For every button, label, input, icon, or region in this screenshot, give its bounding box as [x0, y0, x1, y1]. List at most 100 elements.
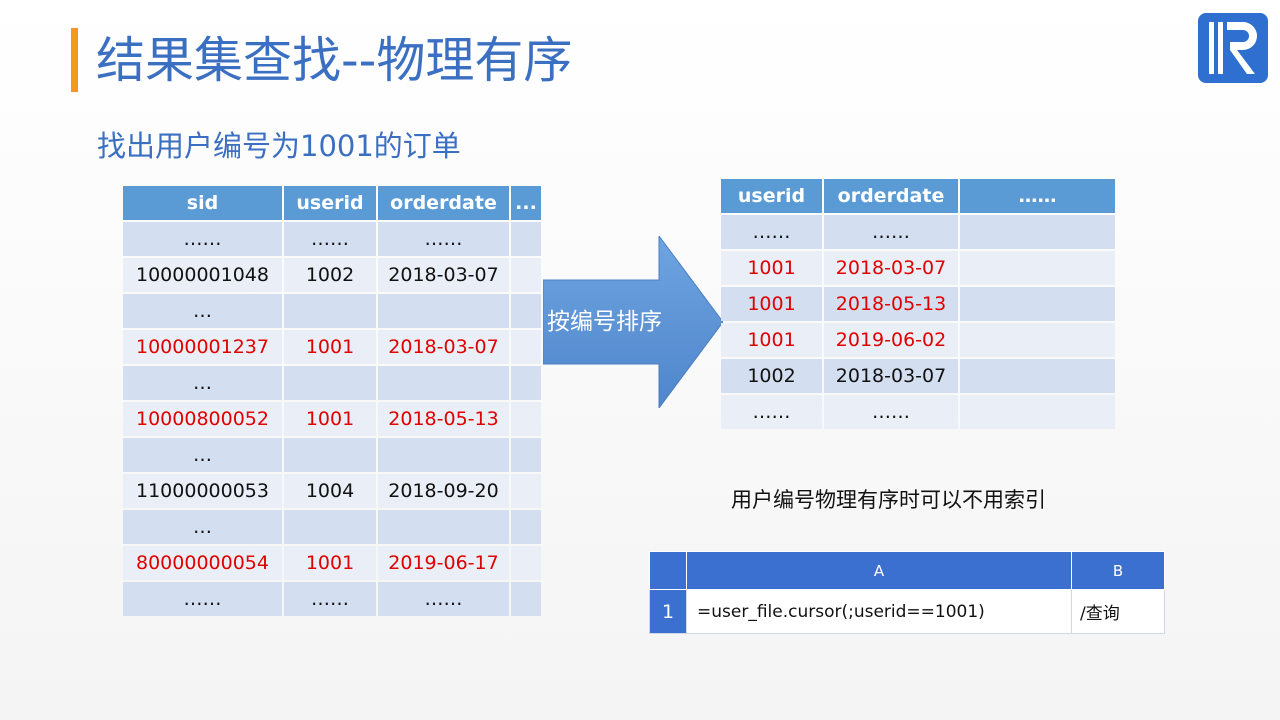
- cell-orderdate: [378, 510, 509, 544]
- orders-table: sid userid orderdate ... ……………… 100000010…: [121, 184, 543, 618]
- logo-icon: [1198, 13, 1268, 83]
- cell-orderdate: 2018-09-20: [378, 474, 509, 508]
- table-row: 1001 2019-06-02: [721, 323, 1115, 357]
- cell-userid: [284, 438, 376, 472]
- table-header-row: userid orderdate ……: [721, 179, 1115, 213]
- cell-a1[interactable]: =user_file.cursor(;userid==1001): [686, 589, 1072, 634]
- cell-orderdate: 2018-03-07: [378, 330, 509, 364]
- cell-orderdate: 2018-05-13: [824, 287, 958, 321]
- column-header-orderdate: orderdate: [378, 186, 509, 220]
- cell-sid: 10000800052: [123, 402, 282, 436]
- cell-more: [960, 323, 1115, 357]
- cell-userid: [284, 294, 376, 328]
- cell-userid: ……: [284, 582, 376, 616]
- cell-sid: 10000001237: [123, 330, 282, 364]
- table-row: …: [123, 510, 541, 544]
- cell-userid: 1002: [721, 359, 822, 393]
- cell-orderdate: [378, 294, 509, 328]
- sort-arrow-label: 按编号排序: [547, 309, 662, 335]
- cell-orderdate: ……: [824, 215, 958, 249]
- cell-more: [511, 258, 541, 292]
- cell-more: [511, 402, 541, 436]
- title-accent-bar: [71, 28, 78, 92]
- cell-more: [511, 294, 541, 328]
- cell-userid: ……: [721, 215, 822, 249]
- cell-more: [960, 395, 1115, 429]
- cell-userid: 1001: [721, 323, 822, 357]
- cell-sid: ……: [123, 222, 282, 256]
- column-header-userid: userid: [284, 186, 376, 220]
- cell-orderdate: 2019-06-17: [378, 546, 509, 580]
- table-header-row: sid userid orderdate ...: [123, 186, 541, 220]
- table-row: 1002 2018-03-07: [721, 359, 1115, 393]
- table-row: …………: [721, 395, 1115, 429]
- table-row: …: [123, 438, 541, 472]
- table-row: 1001 2018-05-13: [721, 287, 1115, 321]
- cell-sid: 10000001048: [123, 258, 282, 292]
- cell-orderdate: 2018-05-13: [378, 402, 509, 436]
- cell-more: [960, 215, 1115, 249]
- cell-orderdate: 2018-03-07: [378, 258, 509, 292]
- column-header-a[interactable]: A: [686, 551, 1072, 590]
- cell-orderdate: 2018-03-07: [824, 359, 958, 393]
- cell-more: [511, 474, 541, 508]
- page-title: 结果集查找--物理有序: [96, 32, 573, 89]
- cell-sid: …: [123, 510, 282, 544]
- cell-orderdate: 2019-06-02: [824, 323, 958, 357]
- table-row: …: [123, 366, 541, 400]
- cell-sid: 11000000053: [123, 474, 282, 508]
- cell-userid: 1001: [284, 402, 376, 436]
- table-row: …: [123, 294, 541, 328]
- cell-userid: ……: [284, 222, 376, 256]
- column-header-b[interactable]: B: [1071, 551, 1165, 590]
- cell-orderdate: [378, 366, 509, 400]
- cell-more: [511, 366, 541, 400]
- cell-orderdate: [378, 438, 509, 472]
- code-row: 1 =user_file.cursor(;userid==1001) /查询: [649, 589, 1165, 634]
- cell-b1[interactable]: /查询: [1071, 589, 1165, 634]
- cell-userid: 1001: [721, 251, 822, 285]
- cell-more: [511, 330, 541, 364]
- cell-sid: ……: [123, 582, 282, 616]
- column-header-more: ...: [511, 186, 541, 220]
- column-header-more: ……: [960, 179, 1115, 213]
- cell-more: [511, 510, 541, 544]
- cell-sid: …: [123, 438, 282, 472]
- cell-more: [511, 582, 541, 616]
- table-row: ………………: [123, 582, 541, 616]
- cell-sid: 80000000054: [123, 546, 282, 580]
- cell-userid: [284, 366, 376, 400]
- table-row: 80000000054 1001 2019-06-17: [123, 546, 541, 580]
- cell-more: [511, 222, 541, 256]
- cell-more: [511, 546, 541, 580]
- cell-more: [960, 359, 1115, 393]
- cell-userid: 1001: [284, 546, 376, 580]
- table-row: …………: [721, 215, 1115, 249]
- table-row: 10000001237 1001 2018-03-07: [123, 330, 541, 364]
- page-subtitle: 找出用户编号为1001的订单: [97, 129, 461, 163]
- corner-cell: [649, 551, 687, 590]
- code-header-row: A B: [649, 551, 1165, 590]
- table-row: 10000800052 1001 2018-05-13: [123, 402, 541, 436]
- cell-orderdate: ……: [378, 222, 509, 256]
- column-header-orderdate: orderdate: [824, 179, 958, 213]
- cell-userid: 1002: [284, 258, 376, 292]
- code-grid: A B 1 =user_file.cursor(;userid==1001) /…: [649, 551, 1165, 634]
- row-header-1[interactable]: 1: [649, 589, 687, 634]
- cell-userid: 1001: [284, 330, 376, 364]
- table-row: 11000000053 1004 2018-09-20: [123, 474, 541, 508]
- cell-userid: 1004: [284, 474, 376, 508]
- cell-sid: …: [123, 294, 282, 328]
- cell-more: [960, 287, 1115, 321]
- cell-userid: 1001: [721, 287, 822, 321]
- cell-userid: ……: [721, 395, 822, 429]
- table-row: 1001 2018-03-07: [721, 251, 1115, 285]
- column-header-sid: sid: [123, 186, 282, 220]
- table-row: 10000001048 1002 2018-03-07: [123, 258, 541, 292]
- cell-orderdate: ……: [378, 582, 509, 616]
- cell-orderdate: ……: [824, 395, 958, 429]
- cell-more: [960, 251, 1115, 285]
- cell-userid: [284, 510, 376, 544]
- index-note: 用户编号物理有序时可以不用索引: [731, 488, 1046, 512]
- sorted-orders-table: userid orderdate …… ………… 1001 2018-03-07 10…: [719, 177, 1117, 431]
